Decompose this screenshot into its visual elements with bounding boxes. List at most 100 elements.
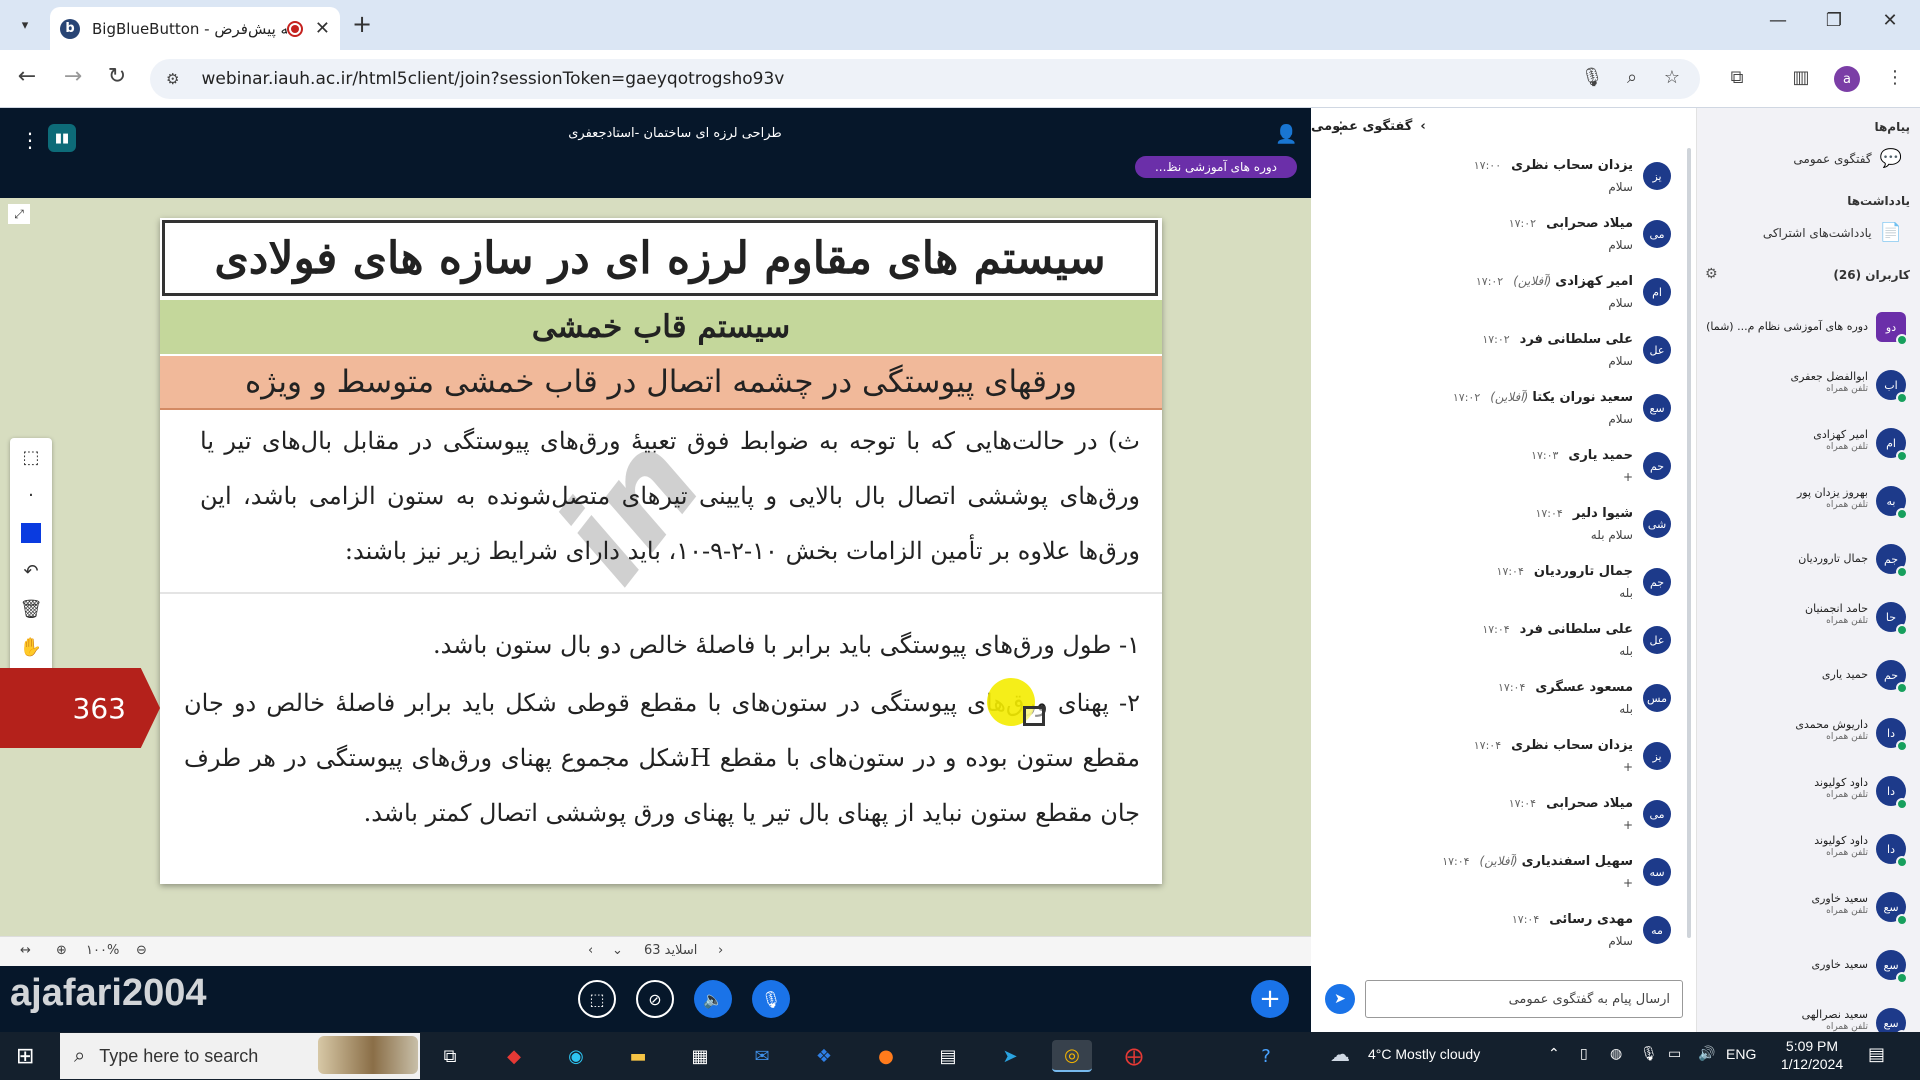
- select-tool-icon[interactable]: ⬚: [10, 438, 52, 476]
- user-list-item[interactable]: سع سعید خاوری: [1702, 938, 1914, 994]
- chat-message: یز یزدان سحاب نظری ۱۷:۰۴ +: [1311, 728, 1691, 786]
- forward-icon[interactable]: →: [58, 64, 88, 89]
- microsoft-store-icon[interactable]: ▦: [680, 1040, 720, 1072]
- user-list-item[interactable]: دا داود کولیوند تلفن همراه: [1702, 764, 1914, 820]
- tray-expand-icon[interactable]: ⌃: [1548, 1046, 1560, 1062]
- telegram-icon[interactable]: ➤: [990, 1040, 1030, 1072]
- zoom-out-icon[interactable]: ⊖: [136, 943, 147, 958]
- back-icon[interactable]: ←: [12, 64, 42, 89]
- user-list-item[interactable]: اب ابوالفضل جعفری تلفن همراه: [1702, 358, 1914, 414]
- audio-speaker-button[interactable]: 🔈: [694, 980, 732, 1018]
- bookmark-star-icon[interactable]: ☆: [1657, 67, 1687, 88]
- chat-message-list[interactable]: یز یزدان سحاب نظری ۱۷:۰۰ سلام می میلاد صحرابی…: [1311, 148, 1691, 968]
- minimize-icon[interactable]: —: [1758, 10, 1798, 31]
- calculator-icon[interactable]: ▤: [928, 1040, 968, 1072]
- user-list-item[interactable]: به بهروز یزدان پور تلفن همراه: [1702, 474, 1914, 530]
- color-picker[interactable]: [10, 514, 52, 552]
- close-tab-icon[interactable]: ✕: [315, 18, 330, 39]
- restore-icon[interactable]: ❐: [1814, 10, 1854, 31]
- chat-header[interactable]: › گفتگوی عمومی: [1311, 108, 1696, 144]
- actions-plus-button[interactable]: +: [1251, 980, 1289, 1018]
- zoom-icon[interactable]: ⌕: [1617, 67, 1647, 88]
- user-list-item[interactable]: ام امیر کهزادی تلفن همراه: [1702, 416, 1914, 472]
- chat-message: می میلاد صحرابی ۱۷:۰۲ سلام: [1311, 206, 1691, 264]
- reload-icon[interactable]: ↻: [102, 64, 132, 89]
- user-list-item[interactable]: دا داود کولیوند تلفن همراه: [1702, 822, 1914, 878]
- chat-back-icon[interactable]: ›: [1420, 119, 1425, 134]
- presentation-canvas[interactable]: ⤢ سیستم های مقاوم لرزه ای در سازه های فو…: [0, 198, 1311, 936]
- browser-tab[interactable]: b BigBlueButton - ارائه پیش‌فرض ✕: [50, 7, 340, 50]
- next-slide-icon[interactable]: ›: [718, 943, 723, 958]
- zoom-in-icon[interactable]: ⊕: [56, 943, 67, 958]
- user-mic-status-icon: [1896, 566, 1908, 578]
- user-list-item[interactable]: دو دوره های آموزشی نظام م... (شما): [1702, 300, 1914, 356]
- slide-select-chevron-icon[interactable]: ⌄: [612, 943, 623, 958]
- user-list-item[interactable]: حا حامد انجمنیان تلفن همراه: [1702, 590, 1914, 646]
- user-settings-gear-icon[interactable]: ⚙: [1705, 266, 1718, 282]
- chat-avatar: ام: [1643, 278, 1671, 306]
- session-badge[interactable]: دوره های آموزشی نظ...: [1135, 156, 1297, 178]
- edge-icon[interactable]: ◉: [556, 1040, 596, 1072]
- acrobat-icon[interactable]: ⨁: [1114, 1040, 1154, 1072]
- zoom-level: ۱۰۰%: [86, 943, 120, 958]
- network-icon[interactable]: ◍: [1610, 1046, 1622, 1062]
- anydesk-icon[interactable]: ◆: [494, 1040, 534, 1072]
- extensions-icon[interactable]: ⧉: [1722, 67, 1752, 88]
- shared-notes-item[interactable]: 📄 یادداشت‌های اشتراکی: [1763, 222, 1902, 243]
- user-list-toggle-icon[interactable]: 👤: [1275, 124, 1297, 145]
- url-field[interactable]: ⚙ webinar.iauh.ac.ir/html5client/join?se…: [150, 59, 1700, 99]
- previous-slide-icon[interactable]: ‹: [588, 943, 593, 958]
- tab-list-button[interactable]: ▾: [10, 10, 40, 40]
- task-view-icon[interactable]: ⧉: [430, 1040, 470, 1072]
- battery-icon[interactable]: ▭: [1668, 1046, 1681, 1062]
- chat-message-input[interactable]: ارسال پیام به گفتگوی عمومی: [1365, 980, 1683, 1018]
- user-device: تلفن همراه: [1826, 732, 1868, 742]
- close-window-icon[interactable]: ✕: [1870, 10, 1910, 31]
- site-info-icon[interactable]: ⚙: [166, 70, 179, 88]
- chat-scrollbar[interactable]: [1687, 148, 1691, 938]
- chat-options-icon[interactable]: ⋮: [1333, 118, 1349, 137]
- screen-share-button[interactable]: ⬚: [578, 980, 616, 1018]
- weather-text[interactable]: 4°C Mostly cloudy: [1368, 1046, 1480, 1062]
- trash-icon[interactable]: 🗑: [10, 590, 52, 628]
- user-list-item[interactable]: دا داریوش محمدی تلفن همراه: [1702, 706, 1914, 762]
- new-tab-button[interactable]: +: [352, 10, 372, 38]
- user-list-item[interactable]: جم جمال تاروردیان: [1702, 532, 1914, 588]
- input-language[interactable]: ENG: [1726, 1046, 1756, 1062]
- taskbar-clock[interactable]: 5:09 PM 1/12/2024: [1772, 1037, 1852, 1073]
- user-list-item[interactable]: حم حمید یاری: [1702, 648, 1914, 704]
- browser-menu-icon[interactable]: ⋮: [1880, 67, 1910, 88]
- presentation-footer: ↔ ⊕ ۱۰۰% ⊖ ‹ ⌄ اسلاید 63 ›: [0, 936, 1311, 966]
- user-list-item[interactable]: سع سعید خاوری تلفن همراه: [1702, 880, 1914, 936]
- chrome-icon[interactable]: ◎: [1052, 1040, 1092, 1072]
- slide-selector[interactable]: اسلاید 63: [644, 943, 697, 958]
- undo-icon[interactable]: ↶: [10, 552, 52, 590]
- side-panel-icon[interactable]: ▥: [1786, 67, 1816, 88]
- microphone-icon[interactable]: 🎙: [1577, 67, 1607, 88]
- notifications-icon[interactable]: ▤: [1868, 1044, 1885, 1065]
- file-explorer-icon[interactable]: ▬: [618, 1040, 658, 1072]
- pen-size-icon[interactable]: ·: [10, 476, 52, 514]
- fullscreen-icon[interactable]: ⤢: [8, 204, 30, 224]
- slide-subtitle-2: ورقهای پیوستگی در چشمه اتصال در قاب خمشی…: [160, 356, 1162, 410]
- camera-off-button[interactable]: ⊘: [636, 980, 674, 1018]
- windows-start-icon[interactable]: ⊞: [16, 1044, 34, 1069]
- send-message-button[interactable]: ➤: [1325, 984, 1355, 1014]
- mail-icon[interactable]: ✉: [742, 1040, 782, 1072]
- options-menu-icon[interactable]: ⋮: [20, 128, 40, 152]
- mic-tray-icon[interactable]: 🎙: [1640, 1046, 1658, 1062]
- chat-message: سع سعید نوران یکتا(آفلاین) ۱۷:۰۲ سلام: [1311, 380, 1691, 438]
- help-icon[interactable]: ?: [1246, 1040, 1286, 1072]
- microphone-button[interactable]: 🎙: [752, 980, 790, 1018]
- profile-avatar[interactable]: a: [1834, 66, 1860, 92]
- chat-sender-name: سعید نوران یکتا: [1532, 390, 1633, 405]
- chat-time: ۱۷:۰۴: [1482, 623, 1510, 636]
- firefox-icon[interactable]: ●: [866, 1040, 906, 1072]
- connection-status-icon[interactable]: ▮▮: [48, 124, 76, 152]
- hand-tool-icon[interactable]: ✋: [10, 628, 52, 666]
- public-chat-item[interactable]: 💬 گفتگوی عمومی: [1793, 148, 1902, 169]
- volume-icon[interactable]: 🔊: [1698, 1046, 1715, 1062]
- dropbox-icon[interactable]: ❖: [804, 1040, 844, 1072]
- device-icon[interactable]: ▯: [1580, 1046, 1588, 1062]
- fit-width-icon[interactable]: ↔: [20, 943, 31, 958]
